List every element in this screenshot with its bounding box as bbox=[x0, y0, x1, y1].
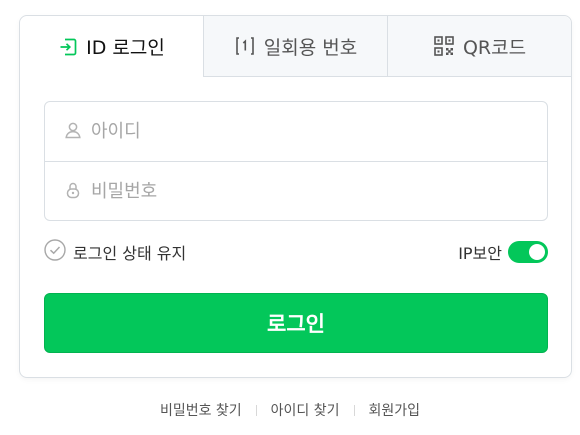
login-fields bbox=[44, 101, 548, 221]
login-button[interactable]: 로그인 bbox=[44, 293, 548, 353]
one-time-number-icon bbox=[234, 35, 256, 57]
id-field-row bbox=[45, 102, 547, 161]
id-login-icon bbox=[58, 37, 78, 57]
keep-login-checkbox[interactable]: 로그인 상태 유지 bbox=[44, 239, 186, 265]
sign-up-link[interactable]: 회원가입 bbox=[369, 400, 421, 420]
find-password-link[interactable]: 비밀번호 찾기 bbox=[160, 400, 242, 420]
login-options: 로그인 상태 유지 IP보안 bbox=[44, 238, 548, 266]
qr-code-icon bbox=[433, 35, 455, 57]
user-icon bbox=[63, 120, 83, 144]
divider bbox=[255, 404, 257, 416]
footer-links: 비밀번호 찾기 아이디 찾기 회원가입 bbox=[0, 400, 580, 420]
tab-id-login[interactable]: ID 로그인 bbox=[20, 16, 204, 77]
ip-security-label: IP보안 bbox=[458, 244, 502, 263]
ip-security: IP보안 bbox=[458, 240, 548, 264]
tab-qr-code[interactable]: QR코드 bbox=[388, 16, 571, 77]
tab-label: ID 로그인 bbox=[86, 37, 165, 59]
toggle-knob bbox=[529, 244, 545, 260]
divider bbox=[353, 404, 355, 416]
find-id-link[interactable]: 아이디 찾기 bbox=[271, 400, 340, 420]
login-panel: ID 로그인 일회용 번호 QR코드 아이디 로그인 상태 유지 IP보안 로그… bbox=[19, 15, 572, 378]
login-tabs: ID 로그인 일회용 번호 QR코드 bbox=[20, 16, 571, 77]
password-input[interactable] bbox=[91, 181, 511, 202]
tab-label: QR코드 bbox=[462, 36, 527, 59]
lock-icon bbox=[63, 180, 83, 204]
password-field-row bbox=[45, 161, 547, 220]
tab-one-time-number[interactable]: 일회용 번호 bbox=[204, 16, 388, 77]
keep-login-label: 로그인 상태 유지 bbox=[73, 244, 187, 263]
check-circle-icon[interactable] bbox=[44, 239, 66, 265]
tab-label: 일회용 번호 bbox=[263, 36, 358, 59]
id-input[interactable] bbox=[91, 121, 511, 142]
ip-security-toggle[interactable] bbox=[508, 241, 548, 263]
